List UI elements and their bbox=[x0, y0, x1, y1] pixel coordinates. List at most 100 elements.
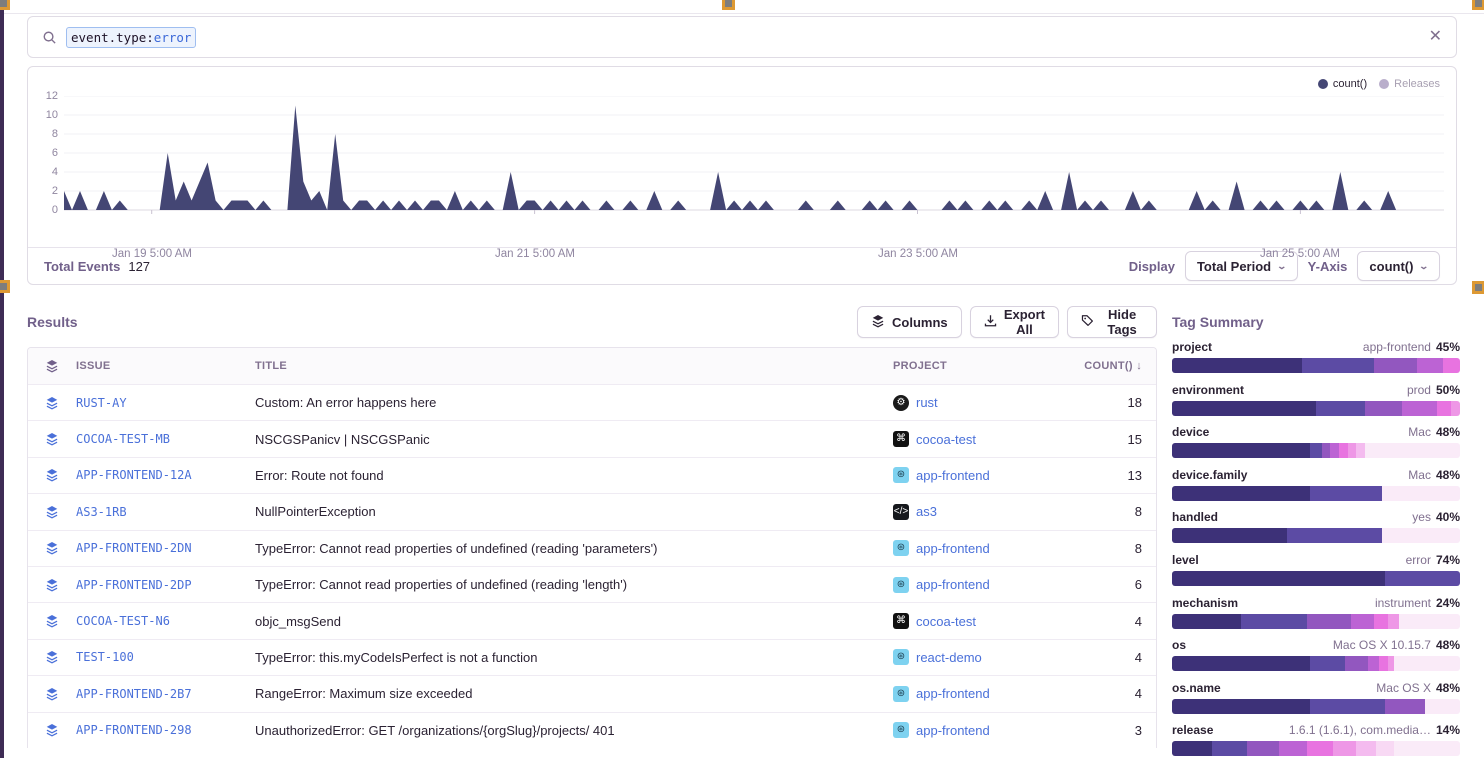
project-link[interactable]: react-demo bbox=[916, 650, 982, 665]
tag-bar-segment[interactable] bbox=[1310, 486, 1382, 501]
tag-bar-segment[interactable] bbox=[1356, 443, 1365, 458]
yaxis-dropdown[interactable]: count() ⌄ bbox=[1357, 251, 1440, 281]
issue-link[interactable]: APP-FRONTEND-2DN bbox=[76, 541, 255, 555]
tag-bar-segment[interactable] bbox=[1172, 656, 1310, 671]
legend-item-releases[interactable]: Releases bbox=[1379, 78, 1440, 90]
tag-distribution-bar[interactable] bbox=[1172, 528, 1460, 543]
issue-link[interactable]: COCOA-TEST-MB bbox=[76, 432, 255, 446]
tag-bar-segment[interactable] bbox=[1388, 614, 1400, 629]
tag-bar-segment[interactable] bbox=[1365, 401, 1402, 416]
column-header-project[interactable]: PROJECT bbox=[893, 360, 1068, 372]
tag-bar-segment[interactable] bbox=[1348, 443, 1357, 458]
issue-link[interactable]: APP-FRONTEND-2DP bbox=[76, 578, 255, 592]
legend-item-count[interactable]: count() bbox=[1318, 78, 1367, 90]
hide-tags-button[interactable]: Hide Tags bbox=[1067, 306, 1157, 338]
tag-distribution-bar[interactable] bbox=[1172, 401, 1460, 416]
project-link[interactable]: app-frontend bbox=[916, 541, 990, 556]
tag-bar-segment[interactable] bbox=[1172, 571, 1385, 586]
project-link[interactable]: app-frontend bbox=[916, 723, 990, 738]
project-link[interactable]: cocoa-test bbox=[916, 614, 976, 629]
tag-bar-segment[interactable] bbox=[1425, 699, 1460, 714]
tag-bar-segment[interactable] bbox=[1310, 656, 1345, 671]
tag-bar-segment[interactable] bbox=[1356, 741, 1376, 756]
search-query-token[interactable]: event.type:error bbox=[66, 27, 196, 48]
tag-bar-segment[interactable] bbox=[1402, 401, 1437, 416]
tag-distribution-bar[interactable] bbox=[1172, 443, 1460, 458]
tag-bar-segment[interactable] bbox=[1365, 443, 1460, 458]
tag-bar-segment[interactable] bbox=[1172, 401, 1316, 416]
tag-distribution-bar[interactable] bbox=[1172, 486, 1460, 501]
tag-bar-segment[interactable] bbox=[1287, 528, 1382, 543]
tag-bar-segment[interactable] bbox=[1310, 443, 1322, 458]
tag-bar-segment[interactable] bbox=[1302, 358, 1374, 373]
tag-distribution-bar[interactable] bbox=[1172, 571, 1460, 586]
columns-button[interactable]: Columns bbox=[857, 306, 962, 338]
tag-bar-segment[interactable] bbox=[1385, 571, 1460, 586]
tag-bar-segment[interactable] bbox=[1333, 741, 1356, 756]
tag-bar-segment[interactable] bbox=[1307, 741, 1333, 756]
tag-bar-segment[interactable] bbox=[1374, 358, 1417, 373]
tag-distribution-bar[interactable] bbox=[1172, 699, 1460, 714]
selection-handle[interactable] bbox=[1472, 281, 1484, 294]
tag-bar-segment[interactable] bbox=[1382, 486, 1460, 501]
tag-bar-segment[interactable] bbox=[1368, 656, 1380, 671]
tag-bar-segment[interactable] bbox=[1322, 443, 1331, 458]
issue-link[interactable]: RUST-AY bbox=[76, 396, 255, 410]
project-link[interactable]: rust bbox=[916, 395, 938, 410]
tag-bar-segment[interactable] bbox=[1310, 699, 1385, 714]
tag-bar-segment[interactable] bbox=[1316, 401, 1365, 416]
selection-handle[interactable] bbox=[722, 0, 735, 10]
tag-bar-segment[interactable] bbox=[1172, 699, 1310, 714]
tag-bar-segment[interactable] bbox=[1351, 614, 1374, 629]
tag-bar-segment[interactable] bbox=[1330, 443, 1339, 458]
tag-bar-segment[interactable] bbox=[1172, 741, 1212, 756]
issue-link[interactable]: APP-FRONTEND-12A bbox=[76, 468, 255, 482]
tag-bar-segment[interactable] bbox=[1345, 656, 1368, 671]
layers-icon[interactable] bbox=[28, 359, 76, 373]
issue-link[interactable]: COCOA-TEST-N6 bbox=[76, 614, 255, 628]
area-chart[interactable] bbox=[64, 96, 1444, 216]
tag-bar-segment[interactable] bbox=[1172, 443, 1310, 458]
selection-handle[interactable] bbox=[0, 0, 10, 10]
selection-handle[interactable] bbox=[0, 280, 10, 293]
tag-bar-segment[interactable] bbox=[1307, 614, 1350, 629]
tag-bar-segment[interactable] bbox=[1241, 614, 1307, 629]
tag-bar-segment[interactable] bbox=[1399, 614, 1459, 629]
project-link[interactable]: cocoa-test bbox=[916, 432, 976, 447]
tag-bar-segment[interactable] bbox=[1394, 656, 1460, 671]
tag-bar-segment[interactable] bbox=[1437, 401, 1451, 416]
issue-link[interactable]: APP-FRONTEND-2B7 bbox=[76, 687, 255, 701]
tag-bar-segment[interactable] bbox=[1417, 358, 1443, 373]
tag-bar-segment[interactable] bbox=[1376, 741, 1393, 756]
tag-distribution-bar[interactable] bbox=[1172, 358, 1460, 373]
project-link[interactable]: app-frontend bbox=[916, 468, 990, 483]
tag-distribution-bar[interactable] bbox=[1172, 656, 1460, 671]
search-bar[interactable]: event.type:error ✕ bbox=[27, 16, 1457, 58]
tag-distribution-bar[interactable] bbox=[1172, 614, 1460, 629]
tag-bar-segment[interactable] bbox=[1394, 741, 1460, 756]
close-icon[interactable]: ✕ bbox=[1429, 29, 1442, 45]
tag-bar-segment[interactable] bbox=[1279, 741, 1308, 756]
tag-bar-segment[interactable] bbox=[1385, 699, 1425, 714]
tag-bar-segment[interactable] bbox=[1172, 358, 1302, 373]
tag-distribution-bar[interactable] bbox=[1172, 741, 1460, 756]
tag-bar-segment[interactable] bbox=[1212, 741, 1247, 756]
tag-bar-segment[interactable] bbox=[1374, 614, 1388, 629]
project-link[interactable]: app-frontend bbox=[916, 686, 990, 701]
tag-bar-segment[interactable] bbox=[1172, 614, 1241, 629]
project-link[interactable]: app-frontend bbox=[916, 577, 990, 592]
tag-bar-segment[interactable] bbox=[1172, 528, 1287, 543]
selection-handle[interactable] bbox=[1472, 0, 1484, 10]
column-header-title[interactable]: TITLE bbox=[255, 360, 893, 372]
tag-bar-segment[interactable] bbox=[1339, 443, 1348, 458]
tag-bar-segment[interactable] bbox=[1382, 528, 1460, 543]
column-header-count[interactable]: COUNT() ↓ bbox=[1068, 360, 1156, 372]
issue-link[interactable]: AS3-1RB bbox=[76, 505, 255, 519]
tag-bar-segment[interactable] bbox=[1172, 486, 1310, 501]
column-header-issue[interactable]: ISSUE bbox=[76, 360, 255, 372]
tag-bar-segment[interactable] bbox=[1451, 401, 1460, 416]
issue-link[interactable]: APP-FRONTEND-298 bbox=[76, 723, 255, 737]
tag-bar-segment[interactable] bbox=[1379, 656, 1388, 671]
tag-bar-segment[interactable] bbox=[1443, 358, 1460, 373]
export-all-button[interactable]: Export All bbox=[970, 306, 1060, 338]
